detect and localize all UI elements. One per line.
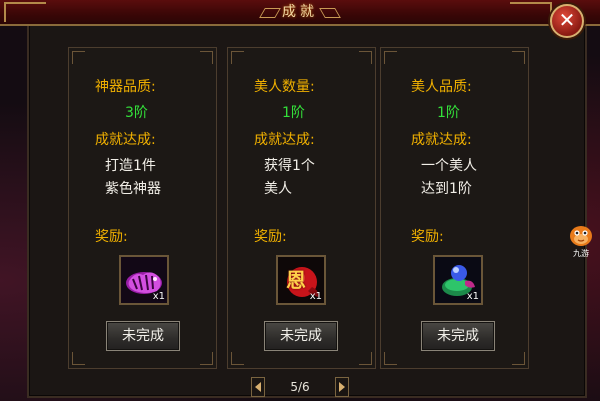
category-value: 1阶	[437, 105, 460, 121]
requirement-line-2: 紫色神器	[105, 181, 161, 197]
frame-corner	[200, 51, 213, 64]
requirement-label: 成就达成:	[254, 132, 315, 148]
reward-label: 奖励:	[95, 229, 128, 245]
frame-corner	[231, 51, 244, 64]
mascot-label: 九游	[573, 249, 589, 258]
category-value: 1阶	[282, 105, 305, 121]
reward-slot[interactable]: 恩 x1	[276, 255, 326, 305]
frame-corner	[512, 352, 525, 365]
frame-corner	[384, 352, 397, 365]
requirement-label: 成就达成:	[411, 132, 472, 148]
frame-corner	[200, 352, 213, 365]
pager: 5/6	[251, 377, 349, 397]
reward-slot[interactable]: x1	[119, 255, 169, 305]
requirement-line-1: 一个美人	[421, 158, 477, 174]
reward-quantity: x1	[309, 291, 322, 302]
status-button-incomplete[interactable]: 未完成	[421, 321, 495, 351]
reward-label: 奖励:	[411, 229, 444, 245]
close-button[interactable]: ✕	[550, 4, 584, 38]
reward-label: 奖励:	[254, 229, 287, 245]
window-title: 成就	[250, 0, 350, 24]
reward-quantity: x1	[466, 291, 479, 302]
requirement-line-2: 达到1阶	[421, 181, 472, 197]
category-label: 神器品质:	[95, 79, 156, 95]
reward-glyph: 恩	[286, 268, 306, 292]
orange-mascot-icon	[570, 226, 592, 246]
title-bar: 成就	[0, 0, 600, 26]
frame-corner	[72, 352, 85, 365]
achievement-card-beauty-quality: 美人品质: 1阶 成就达成: 一个美人 达到1阶 奖励: x1 未完成	[380, 47, 529, 369]
reward-quantity: x1	[152, 291, 165, 302]
frame-corner	[72, 51, 85, 64]
page-indicator: 5/6	[290, 380, 310, 394]
requirement-line-1: 打造1件	[105, 158, 156, 174]
category-value: 3阶	[125, 105, 148, 121]
achievement-card-artifact-quality: 神器品质: 3阶 成就达成: 打造1件 紫色神器 奖励: x1 未完成	[68, 47, 217, 369]
frame-corner	[231, 352, 244, 365]
status-button-incomplete[interactable]: 未完成	[106, 321, 180, 351]
requirement-line-2: 美人	[264, 181, 292, 197]
frame-corner	[384, 51, 397, 64]
arrow-left-icon	[255, 382, 261, 392]
reward-slot[interactable]: x1	[433, 255, 483, 305]
achievement-screen: 成就 ✕ 神器品质: 3阶 成就达成: 打造1件 紫色神器 奖励: x1 未完成	[0, 0, 600, 401]
category-label: 美人品质:	[411, 79, 472, 95]
mascot-button[interactable]: 九游	[567, 221, 595, 259]
frame-corner	[359, 51, 372, 64]
frame-corner	[359, 352, 372, 365]
status-button-incomplete[interactable]: 未完成	[264, 321, 338, 351]
achievement-card-beauty-count: 美人数量: 1阶 成就达成: 获得1个 美人 奖励: 恩 x1 未完成	[227, 47, 376, 369]
category-label: 美人数量:	[254, 79, 315, 95]
next-page-button[interactable]	[335, 377, 349, 397]
prev-page-button[interactable]	[251, 377, 265, 397]
frame-corner	[512, 51, 525, 64]
arrow-right-icon	[339, 382, 345, 392]
requirement-line-1: 获得1个	[264, 158, 315, 174]
requirement-label: 成就达成:	[95, 132, 156, 148]
